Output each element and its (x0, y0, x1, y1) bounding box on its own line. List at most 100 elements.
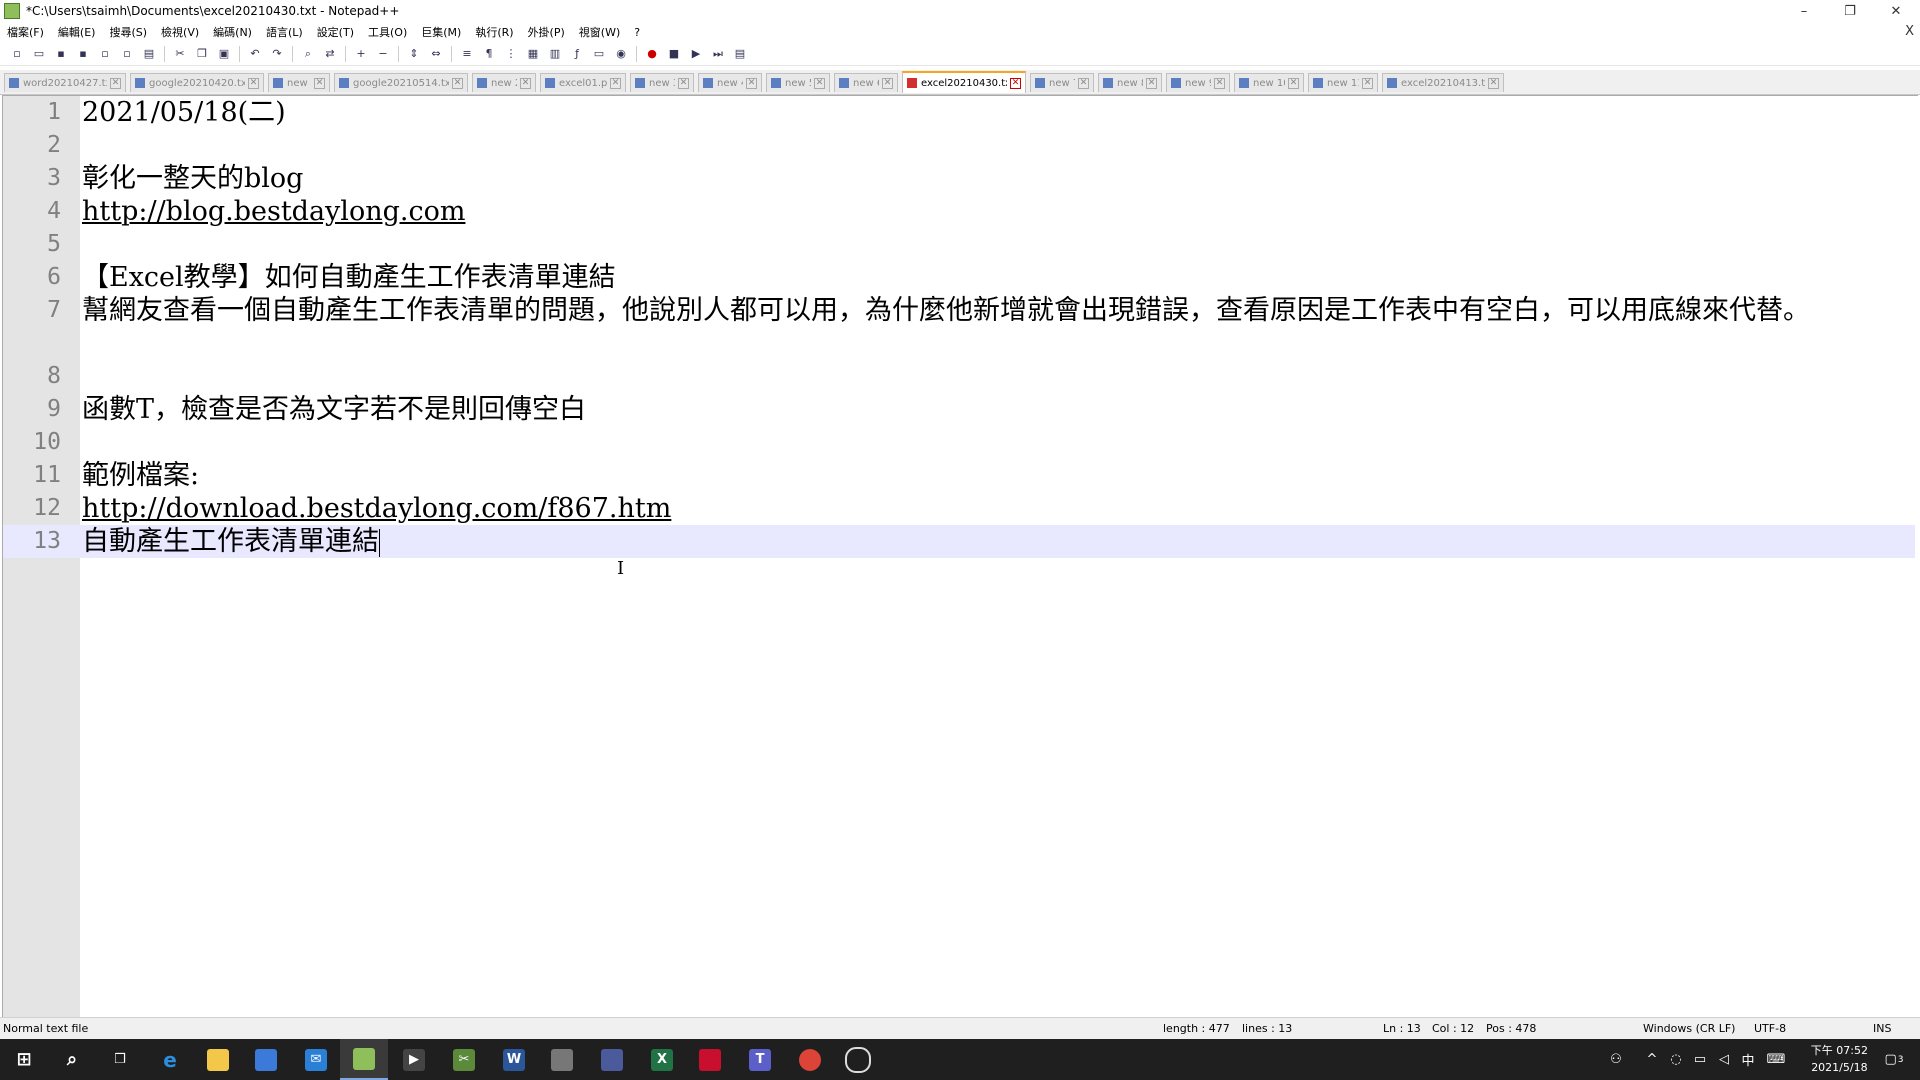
editor-line[interactable]: 3 彰化一整天的blog (3, 162, 1915, 195)
tab-close-icon[interactable]: ✕ (678, 77, 689, 89)
keyboard-icon[interactable]: ⌨ (1764, 1039, 1788, 1080)
hyperlink-text[interactable]: http://blog.bestdaylong.com (82, 195, 465, 228)
tab-close-icon[interactable]: ✕ (746, 77, 757, 89)
menu-encoding[interactable]: 編碼(N) (206, 24, 259, 40)
menu-view[interactable]: 檢視(V) (154, 24, 206, 40)
menu-plugins[interactable]: 外掛(P) (521, 24, 572, 40)
tab-new-2[interactable]: new 2✕ (472, 73, 536, 92)
tab-close-icon[interactable]: ✕ (110, 77, 121, 89)
line-text[interactable]: 自動產生工作表清單連結 (82, 526, 379, 557)
menu-search[interactable]: 搜尋(S) (102, 24, 154, 40)
chat-app[interactable] (538, 1039, 586, 1080)
editor-line[interactable]: 8 (3, 360, 1915, 393)
tab-new-7[interactable]: new 7✕ (1030, 73, 1094, 92)
function-list-icon[interactable]: ƒ (568, 45, 586, 63)
show-all-chars-icon[interactable]: ¶ (480, 45, 498, 63)
save-all-icon[interactable]: ▪ (74, 45, 92, 63)
mail-app[interactable]: ✉ (292, 1039, 340, 1080)
notepadpp-app[interactable] (340, 1039, 388, 1080)
pen-app[interactable] (588, 1039, 636, 1080)
play-macro-icon[interactable]: ▶ (687, 45, 705, 63)
doc-map-icon[interactable]: ▥ (546, 45, 564, 63)
stop-macro-icon[interactable]: ■ (665, 45, 683, 63)
undo-icon[interactable]: ↶ (246, 45, 264, 63)
word-app[interactable]: W (490, 1039, 538, 1080)
sync-icon[interactable]: ◌ (1664, 1039, 1688, 1080)
close-document-button[interactable]: X (1905, 24, 1914, 39)
tab-new-8[interactable]: new 8✕ (1098, 73, 1162, 92)
menu-settings[interactable]: 設定(T) (310, 24, 361, 40)
editor-line[interactable]: 10 (3, 426, 1915, 459)
close-button[interactable]: ✕ (1876, 0, 1916, 22)
store-app[interactable] (242, 1039, 290, 1080)
editor-line[interactable]: 5 (3, 228, 1915, 261)
tab-close-icon[interactable]: ✕ (1078, 77, 1089, 89)
editor-line[interactable]: 11 範例檔案: (3, 459, 1915, 492)
copy-icon[interactable]: ❐ (193, 45, 211, 63)
tab-new-6[interactable]: new 6✕ (834, 73, 898, 92)
editor-line[interactable]: 12 http://download.bestdaylong.com/f867.… (3, 492, 1915, 525)
tab-close-icon[interactable]: ✕ (452, 77, 463, 89)
line-text[interactable]: 幫網友查看一個自動產生工作表清單的問題，他說別人都可以用，為什麼他新增就會出現錯… (82, 294, 1882, 327)
tab-excel20210413[interactable]: excel20210413.txt✕ (1382, 73, 1504, 92)
menu-help[interactable]: ? (627, 26, 647, 39)
open-file-icon[interactable]: ▭ (30, 45, 48, 63)
user-language-icon[interactable]: ▦ (524, 45, 542, 63)
search-button[interactable]: ⌕ (48, 1039, 96, 1080)
monitoring-icon[interactable]: ◉ (612, 45, 630, 63)
teams-app[interactable]: T (736, 1039, 784, 1080)
text-editor[interactable]: 1 2021/05/18(二) 2 3 彰化一整天的blog 4 http://… (2, 95, 1918, 1017)
save-macro-icon[interactable]: ▤ (731, 45, 749, 63)
tab-close-icon[interactable]: ✕ (610, 77, 621, 89)
task-view-button[interactable]: ❒ (96, 1039, 144, 1080)
people-icon[interactable]: ⚇ (1604, 1039, 1628, 1080)
record-macro-icon[interactable]: ● (643, 45, 661, 63)
zoom-in-icon[interactable]: + (352, 45, 370, 63)
tab-new-9[interactable]: new 9✕ (1166, 73, 1230, 92)
editor-line[interactable]: 9 函數T，檢查是否為文字若不是則回傳空白 (3, 393, 1915, 426)
tab-close-icon[interactable]: ✕ (1362, 77, 1373, 89)
tray-chevron-icon[interactable]: ^ (1640, 1039, 1664, 1080)
line-text[interactable]: 【Excel教學】如何自動產生工作表清單連結 (82, 261, 616, 294)
line-text[interactable]: 範例檔案: (82, 459, 199, 492)
menu-edit[interactable]: 編輯(E) (51, 24, 103, 40)
tab-close-icon[interactable]: ✕ (814, 77, 825, 89)
sync-vertical-icon[interactable]: ⇕ (405, 45, 423, 63)
new-file-icon[interactable]: ▫ (8, 45, 26, 63)
replace-icon[interactable]: ⇄ (321, 45, 339, 63)
tab-close-icon[interactable]: ✕ (520, 77, 531, 89)
editor-line[interactable]: 4 http://blog.bestdaylong.com (3, 195, 1915, 228)
hyperlink-text[interactable]: http://download.bestdaylong.com/f867.htm (82, 492, 671, 525)
chrome-app[interactable] (786, 1039, 834, 1080)
editor-line[interactable]: 6 【Excel教學】如何自動產生工作表清單連結 (3, 261, 1915, 294)
tab-new-1[interactable]: new 1✕ (268, 73, 330, 92)
editor-line[interactable]: 7 幫網友查看一個自動產生工作表清單的問題，他說別人都可以用，為什麼他新增就會出… (3, 294, 1915, 360)
snip-app[interactable]: ✂ (440, 1039, 488, 1080)
menu-language[interactable]: 語言(L) (259, 24, 310, 40)
video-app[interactable]: ▶ (390, 1039, 438, 1080)
menu-tools[interactable]: 工具(O) (361, 24, 414, 40)
sync-horizontal-icon[interactable]: ⇔ (427, 45, 445, 63)
tab-excel20210430[interactable]: excel20210430.txt ✕ (902, 71, 1026, 93)
folder-workspace-icon[interactable]: ▭ (590, 45, 608, 63)
run-macro-multiple-icon[interactable]: ⏭ (709, 45, 727, 63)
tab-close-icon[interactable]: ✕ (882, 77, 893, 89)
menu-macro[interactable]: 巨集(M) (414, 24, 468, 40)
current-line[interactable]: 13 自動產生工作表清單連結 (3, 525, 1915, 558)
editor-line[interactable]: 1 2021/05/18(二) (3, 96, 1915, 129)
redo-icon[interactable]: ↷ (268, 45, 286, 63)
print-icon[interactable]: ▤ (140, 45, 158, 63)
line-text[interactable]: 函數T，檢查是否為文字若不是則回傳空白 (82, 393, 586, 426)
edge-app[interactable]: e (146, 1039, 194, 1080)
close-all-icon[interactable]: ▫ (118, 45, 136, 63)
tab-close-icon[interactable]: ✕ (1010, 77, 1021, 89)
tab-new-10[interactable]: new 10✕ (1234, 73, 1304, 92)
obs-app[interactable] (834, 1039, 882, 1080)
excel-app[interactable]: X (638, 1039, 686, 1080)
indent-guide-icon[interactable]: ⋮ (502, 45, 520, 63)
status-encoding[interactable]: UTF-8 (1754, 1022, 1786, 1035)
volume-icon[interactable]: ◁ (1712, 1039, 1736, 1080)
menu-window[interactable]: 視窗(W) (572, 24, 627, 40)
find-icon[interactable]: ⌕ (299, 45, 317, 63)
minimize-button[interactable]: – (1784, 0, 1824, 22)
